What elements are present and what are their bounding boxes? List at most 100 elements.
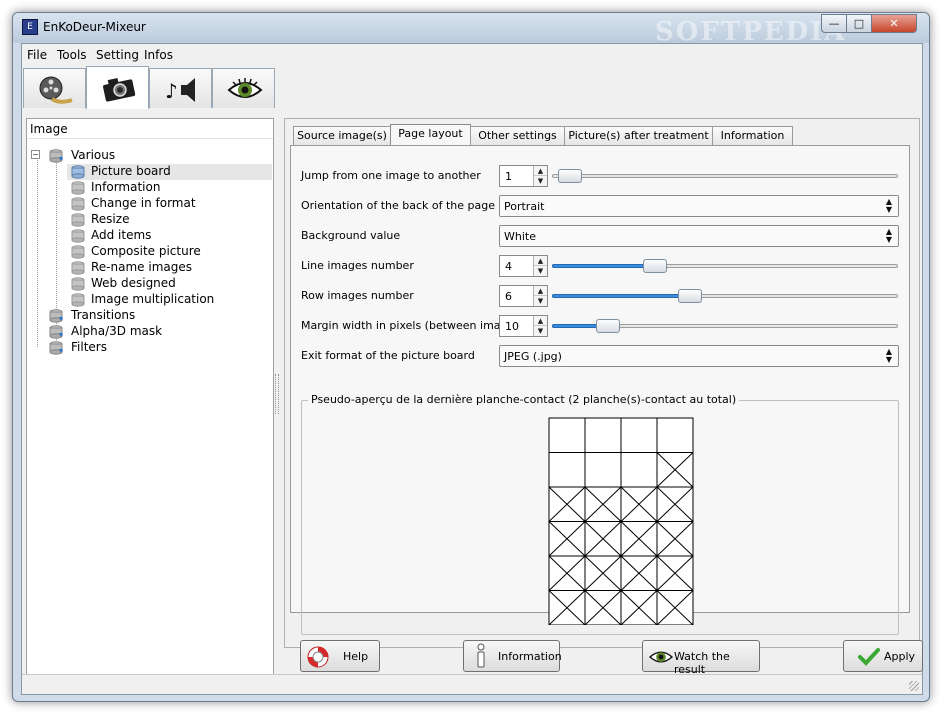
spin-down-icon[interactable]: ▼	[534, 296, 547, 306]
music-speaker-icon: ♪	[165, 78, 195, 103]
menu-bar: File Tools Setting Infos	[22, 44, 922, 66]
tab-pictures-after-treatment[interactable]: Picture(s) after treatment	[564, 126, 713, 145]
tree-item-picture-board[interactable]: Picture board	[67, 164, 272, 180]
status-bar	[22, 674, 922, 694]
line-images-slider[interactable]	[552, 259, 898, 273]
database-icon	[49, 309, 63, 323]
film-reel-icon	[39, 76, 73, 104]
tree-item-add-items[interactable]: Add items	[67, 228, 272, 244]
updown-arrows-icon: ▲ ▼	[885, 197, 892, 214]
info-icon	[477, 643, 485, 668]
tree-item-web-designed[interactable]: Web designed	[67, 276, 272, 292]
tab-source-images[interactable]: Source image(s)	[293, 126, 391, 145]
collapse-icon[interactable]: −	[31, 150, 40, 159]
tree-label: Composite picture	[91, 244, 201, 258]
slider-handle[interactable]	[595, 319, 620, 333]
tree-item-alpha-3d-mask[interactable]: Alpha/3D mask	[47, 324, 272, 340]
tree-label: Image multiplication	[91, 292, 215, 306]
row-images-spinbox[interactable]: 6 ▲ ▼	[499, 285, 548, 307]
tree-label: Web designed	[91, 276, 176, 290]
orientation-select[interactable]: Portrait ▲ ▼	[499, 195, 899, 217]
tree-item-resize[interactable]: Resize	[67, 212, 272, 228]
watch-result-button[interactable]: Watch the result	[642, 640, 760, 676]
database-icon	[49, 325, 63, 339]
preview-group: Pseudo-aperçu de la dernière planche-con…	[301, 393, 899, 635]
toolbar: ♪	[22, 66, 922, 109]
tree-label: Alpha/3D mask	[71, 324, 163, 338]
tree-guide	[37, 151, 38, 347]
row-images-label: Row images number	[301, 289, 414, 302]
orientation-label: Orientation of the back of the page	[301, 199, 496, 212]
tree-label: Transitions	[71, 308, 136, 322]
tree-item-transitions[interactable]: Transitions	[47, 308, 272, 324]
jump-label: Jump from one image to another	[301, 169, 481, 182]
database-icon	[71, 229, 85, 243]
slider-handle[interactable]	[643, 259, 668, 273]
menu-tools[interactable]: Tools	[57, 48, 87, 62]
tab-other-settings[interactable]: Other settings	[470, 126, 565, 145]
apply-button[interactable]: Apply	[843, 640, 923, 672]
line-images-spinbox[interactable]: 4 ▲ ▼	[499, 255, 548, 277]
margin-spinbox[interactable]: 10 ▲ ▼	[499, 315, 548, 337]
eye-icon	[648, 651, 674, 663]
help-button[interactable]: Help	[300, 640, 380, 672]
tree-item-various[interactable]: − Various	[31, 148, 271, 164]
database-icon	[49, 341, 63, 355]
app-logo-icon: E	[22, 19, 38, 35]
tab-page-layout[interactable]: Page layout	[390, 124, 471, 147]
close-button[interactable]: ✕	[871, 14, 917, 33]
database-icon	[49, 149, 63, 163]
tree-item-change-in-format[interactable]: Change in format	[67, 196, 272, 212]
spin-up-icon[interactable]: ▲	[534, 316, 547, 326]
database-icon	[71, 277, 85, 291]
toolbar-tab-image[interactable]	[86, 66, 149, 109]
tab-information[interactable]: Information	[712, 126, 793, 145]
spin-down-icon[interactable]: ▼	[534, 176, 547, 186]
title-bar[interactable]: E EnKoDeur-Mixeur SOFTPEDIA — □ ✕	[13, 13, 929, 47]
database-icon	[71, 293, 85, 307]
jump-slider[interactable]	[552, 169, 898, 183]
jump-spinbox[interactable]: 1 ▲ ▼	[499, 165, 548, 187]
tree-item-rename-images[interactable]: Re-name images	[67, 260, 272, 276]
margin-label: Margin width in pixels (between images)	[301, 319, 525, 332]
toolbar-tab-view[interactable]	[212, 68, 275, 108]
database-icon	[71, 165, 85, 179]
information-button[interactable]: Information	[463, 640, 562, 672]
maximize-button[interactable]: □	[846, 14, 872, 33]
slider-handle[interactable]	[678, 289, 703, 303]
tree-label: Change in format	[91, 196, 196, 210]
slider-handle[interactable]	[558, 169, 582, 183]
tree-item-image-multiplication[interactable]: Image multiplication	[67, 292, 272, 308]
page-layout-form: Jump from one image to another 1 ▲ ▼ Orie…	[290, 145, 910, 635]
panel-splitter[interactable]	[275, 374, 279, 414]
tree-item-information[interactable]: Information	[67, 180, 272, 196]
spin-up-icon[interactable]: ▲	[534, 166, 547, 176]
lifebuoy-icon	[307, 646, 329, 668]
spin-down-icon[interactable]: ▼	[534, 266, 547, 276]
tree-label: Information	[91, 180, 161, 194]
window-title: EnKoDeur-Mixeur	[43, 20, 146, 34]
toolbar-tab-audio[interactable]: ♪	[149, 68, 212, 108]
menu-setting[interactable]: Setting	[96, 48, 139, 62]
background-select[interactable]: White ▲ ▼	[499, 225, 899, 247]
tree-label: Resize	[91, 212, 130, 226]
database-icon	[71, 197, 85, 211]
spin-up-icon[interactable]: ▲	[534, 256, 547, 266]
menu-infos[interactable]: Infos	[144, 48, 173, 62]
contact-sheet-preview	[548, 417, 694, 625]
tree-item-composite-picture[interactable]: Composite picture	[67, 244, 272, 260]
exit-format-select[interactable]: JPEG (.jpg) ▲ ▼	[499, 345, 899, 367]
spin-down-icon[interactable]: ▼	[534, 326, 547, 336]
toolbar-tab-video[interactable]	[23, 68, 86, 108]
margin-slider[interactable]	[552, 319, 898, 333]
tree-item-filters[interactable]: Filters	[47, 340, 272, 356]
minimize-button[interactable]: —	[821, 14, 847, 33]
row-images-slider[interactable]	[552, 289, 898, 303]
spin-up-icon[interactable]: ▲	[534, 286, 547, 296]
tree-label: Filters	[71, 340, 107, 354]
menu-file[interactable]: File	[27, 48, 47, 62]
tree-header: Image	[27, 119, 273, 139]
category-tree: Image − Various Picture board Informatio…	[26, 118, 274, 684]
app-window: E EnKoDeur-Mixeur SOFTPEDIA — □ ✕ File T…	[12, 12, 930, 702]
resize-grip-icon[interactable]	[909, 681, 919, 691]
